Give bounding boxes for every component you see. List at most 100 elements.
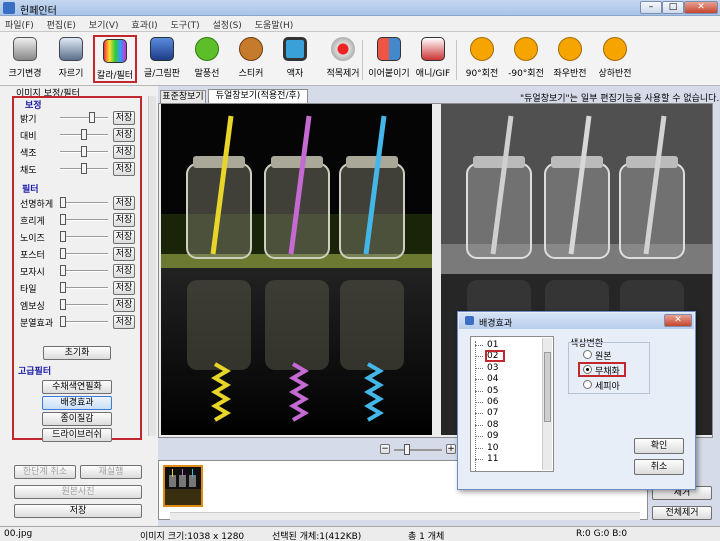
menu-bar: 파일(F) 편집(E) 보기(V) 효과(I) 도구(T) 설정(S) 도움말(… [0,16,720,32]
close-button[interactable]: ✕ [684,1,718,14]
filter-slider[interactable] [60,282,108,294]
effect-list-item[interactable]: 04 [487,374,498,384]
correction-slider[interactable] [60,129,108,141]
option-label: 원본 [595,352,612,362]
zoom-thumb[interactable] [404,444,410,455]
menu-settings[interactable]: 설정(S) [208,16,247,33]
remove-all-button[interactable]: 전체제거 [652,506,712,520]
effect-list-item[interactable]: 10 [487,443,498,453]
original-photo-button[interactable]: 원본사진 [14,485,142,499]
filter-slider[interactable] [60,316,108,328]
correction-slider[interactable] [60,112,108,124]
ok-button[interactable]: 확인 [634,438,684,454]
filter-apply-button[interactable]: 저장 [113,196,135,210]
filter-slider[interactable] [60,248,108,260]
effect-list-item[interactable]: 09 [487,431,498,441]
filter-apply-button[interactable]: 저장 [113,247,135,261]
filter-apply-button[interactable]: 저장 [113,213,135,227]
correction-apply-button[interactable]: 저장 [113,162,135,176]
tool-gif-button[interactable]: 애니/GIF [410,35,456,83]
tool-flip-h-button[interactable]: 좌우반전 [547,35,593,83]
tool-crop-button[interactable]: 자르기 [48,35,94,83]
crop-icon [59,37,83,61]
tool-text-draw-button[interactable]: 글/그림판 [139,35,185,83]
left-panel-scrollbar[interactable] [148,96,156,436]
zoom-in-button[interactable]: + [446,444,456,454]
filter-label: 노이즈 [20,234,45,244]
menu-help[interactable]: 도움말(H) [250,16,299,33]
tool-sticker-button[interactable]: 스티커 [228,35,274,83]
filter-slider[interactable] [60,231,108,243]
tree-line [475,341,476,471]
effect-list-item[interactable]: 05 [487,386,498,396]
save-button[interactable]: 저장 [14,504,142,518]
option-radio[interactable] [583,380,592,389]
correction-slider[interactable] [60,146,108,158]
effect-list-item[interactable]: 07 [487,408,498,418]
filter-label: 선명하게 [20,200,54,210]
option-radio[interactable] [583,350,592,359]
effect-list-item[interactable]: 08 [487,420,498,430]
effect-list-item[interactable]: 06 [487,397,498,407]
reset-button[interactable]: 초기화 [43,346,111,360]
tool-speech-bubble-button[interactable]: 말풍선 [184,35,230,83]
tab-standard-view[interactable]: 표준창보기 [160,90,206,103]
filter-apply-button[interactable]: 저장 [113,298,135,312]
zoom-slider[interactable]: − + [380,444,460,456]
effect-list-item[interactable]: 01 [487,340,498,350]
watercolor-pencil-button[interactable]: 수채색연필화 [42,380,112,394]
effect-list-scrollbar[interactable] [542,338,552,470]
tree-connector [475,424,483,426]
effect-list-item[interactable]: 03 [487,363,498,373]
filter-label: 포스터 [20,251,45,261]
tool-red-eye-button[interactable]: 적목제거 [320,35,366,83]
thumbnail-item[interactable] [163,465,203,507]
paper-texture-button[interactable]: 종이질감 [42,412,112,426]
merge-icon [377,37,401,61]
filter-slider[interactable] [60,214,108,226]
zoom-out-button[interactable]: − [380,444,390,454]
maximize-button[interactable]: □ [662,1,684,14]
tree-connector [475,402,483,403]
correction-apply-button[interactable]: 저장 [113,111,135,125]
effect-list-item[interactable]: 11 [487,454,498,464]
tool-frame-button[interactable]: 액자 [272,35,318,83]
jar-lid [193,156,245,168]
tool-rotate-cw-button[interactable]: 90°회전 [459,35,505,83]
undo-button[interactable]: 한단계 취소 [14,465,76,479]
menu-file[interactable]: 파일(F) [0,16,39,33]
filter-apply-button[interactable]: 저장 [113,230,135,244]
cancel-button[interactable]: 취소 [634,459,684,475]
tool-merge-button[interactable]: 이어붙이기 [366,35,412,83]
correction-slider[interactable] [60,163,108,175]
dry-brush-button[interactable]: 드라이브러쉬 [42,428,112,442]
status-rgb: R:0 G:0 B:0 [576,529,628,539]
speech-bubble-icon [195,37,219,61]
filter-label: 흐리게 [20,217,45,227]
minimize-button[interactable]: – [640,1,662,14]
tool-rotate-ccw-button[interactable]: -90°회전 [503,35,549,83]
dialog-close-button[interactable]: ✕ [664,314,692,327]
menu-view[interactable]: 보기(V) [84,16,124,33]
tree-connector [475,356,483,358]
thumbnail-scrollbar[interactable] [170,512,640,520]
filter-slider[interactable] [60,197,108,209]
filter-slider[interactable] [60,299,108,311]
filter-apply-button[interactable]: 저장 [113,315,135,329]
tree-connector [475,379,483,381]
tool-resize-button[interactable]: 크기변경 [2,35,48,83]
filter-apply-button[interactable]: 저장 [113,264,135,278]
correction-apply-button[interactable]: 저장 [113,145,135,159]
jar-lid [626,156,678,168]
filter-slider[interactable] [60,265,108,277]
correction-apply-button[interactable]: 저장 [113,128,135,142]
menu-tools[interactable]: 도구(T) [166,16,205,33]
filter-apply-button[interactable]: 저장 [113,281,135,295]
tool-flip-v-button[interactable]: 상하반전 [592,35,638,83]
redo-button[interactable]: 재실행 [80,465,142,479]
menu-edit[interactable]: 편집(E) [42,16,81,33]
background-effect-button[interactable]: 배경효과 [42,396,112,410]
tool-color-filter-button[interactable]: 칼라/필터 [93,35,137,83]
menu-effect[interactable]: 효과(I) [126,16,162,33]
tab-dual-view[interactable]: 듀얼창보기(적용전/후) [208,89,308,103]
